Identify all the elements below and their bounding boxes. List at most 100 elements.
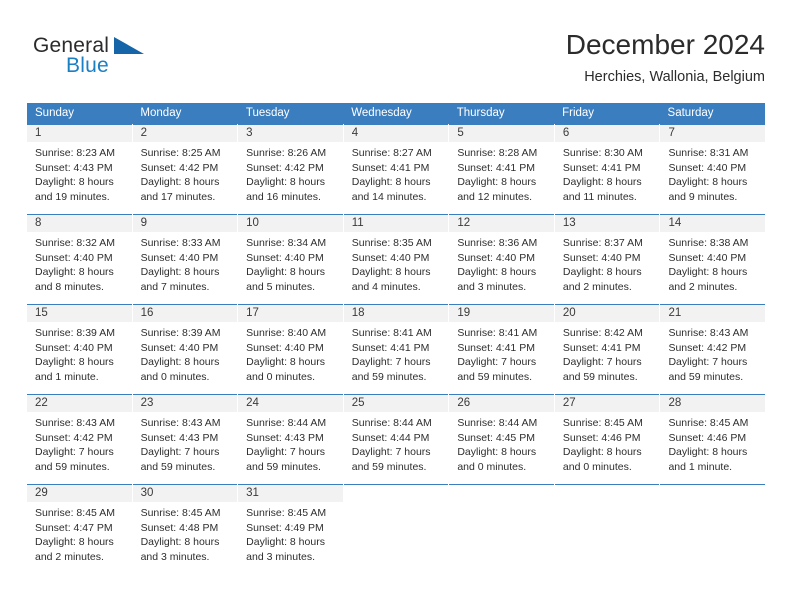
page-subtitle-location: Herchies, Wallonia, Belgium [584, 69, 765, 85]
daylight-text-line1: Daylight: 8 hours [457, 176, 537, 188]
sunset-text: Sunset: 4:40 PM [140, 251, 219, 264]
day-cell[interactable]: 9 Sunrise: 8:33 AM Sunset: 4:40 PM Dayli… [132, 214, 238, 304]
day-cell[interactable]: 30 Sunrise: 8:45 AM Sunset: 4:48 PM Dayl… [132, 484, 238, 574]
day-cell[interactable]: 23 Sunrise: 8:43 AM Sunset: 4:43 PM Dayl… [132, 394, 238, 484]
day-details: Sunrise: 8:45 AM Sunset: 4:46 PM Dayligh… [660, 412, 765, 474]
day-number: 6 [554, 125, 660, 142]
brand-logo[interactable]: General Blue [33, 34, 153, 82]
day-number: 23 [132, 395, 238, 412]
daylight-text-line2: and 0 minutes. [140, 370, 210, 383]
day-details: Sunrise: 8:33 AM Sunset: 4:40 PM Dayligh… [133, 232, 238, 294]
day-cell[interactable]: 16 Sunrise: 8:39 AM Sunset: 4:40 PM Dayl… [132, 304, 238, 394]
sunset-text: Sunset: 4:42 PM [35, 431, 113, 444]
day-cell[interactable]: 31 Sunrise: 8:45 AM Sunset: 4:49 PM Dayl… [238, 484, 343, 574]
day-cell[interactable]: 14 Sunrise: 8:38 AM Sunset: 4:40 PM Dayl… [660, 214, 766, 304]
daylight-text-line2: and 59 minutes. [351, 370, 427, 383]
day-details: Sunrise: 8:45 AM Sunset: 4:48 PM Dayligh… [133, 502, 238, 564]
day-cell[interactable]: 3 Sunrise: 8:26 AM Sunset: 4:42 PM Dayli… [238, 124, 343, 214]
day-number: 18 [343, 305, 449, 322]
day-cell[interactable]: 8 Sunrise: 8:32 AM Sunset: 4:40 PM Dayli… [27, 214, 132, 304]
day-number [555, 485, 660, 502]
daylight-text-line1: Daylight: 8 hours [562, 266, 642, 278]
weekday-header-monday: Monday [140, 107, 182, 119]
daylight-text-line1: Daylight: 7 hours [668, 356, 748, 368]
day-cell[interactable]: 6 Sunrise: 8:30 AM Sunset: 4:41 PM Dayli… [554, 124, 660, 214]
daylight-text-line1: Daylight: 8 hours [457, 266, 537, 278]
daylight-text-line1: Daylight: 7 hours [562, 356, 642, 368]
sunset-text: Sunset: 4:40 PM [35, 341, 113, 354]
day-cell[interactable]: 18 Sunrise: 8:41 AM Sunset: 4:41 PM Dayl… [343, 304, 449, 394]
day-number: 20 [554, 305, 660, 322]
daylight-text-line2: and 4 minutes. [351, 280, 421, 293]
day-cell[interactable]: 12 Sunrise: 8:36 AM Sunset: 4:40 PM Dayl… [449, 214, 554, 304]
day-cell[interactable]: 2 Sunrise: 8:25 AM Sunset: 4:42 PM Dayli… [132, 124, 238, 214]
daylight-text-line1: Daylight: 7 hours [457, 356, 537, 368]
day-number: 13 [554, 215, 660, 232]
sunset-text: Sunset: 4:40 PM [668, 251, 747, 264]
day-cell-empty [449, 484, 554, 574]
calendar-week-row: 22 Sunrise: 8:43 AM Sunset: 4:42 PM Dayl… [27, 394, 766, 484]
daylight-text-line1: Daylight: 8 hours [246, 536, 325, 548]
daylight-text-line2: and 1 minute. [668, 460, 733, 473]
day-number: 1 [27, 125, 132, 142]
daylight-text-line2: and 2 minutes. [668, 280, 738, 293]
day-cell[interactable]: 28 Sunrise: 8:45 AM Sunset: 4:46 PM Dayl… [660, 394, 766, 484]
sunrise-text: Sunrise: 8:28 AM [457, 147, 538, 159]
daylight-text-line1: Daylight: 8 hours [35, 356, 114, 368]
sunrise-text: Sunrise: 8:44 AM [351, 417, 432, 429]
day-number: 12 [449, 215, 554, 232]
daylight-text-line2: and 0 minutes. [246, 370, 316, 383]
day-details: Sunrise: 8:34 AM Sunset: 4:40 PM Dayligh… [238, 232, 343, 294]
day-details: Sunrise: 8:45 AM Sunset: 4:47 PM Dayligh… [27, 502, 132, 564]
day-cell[interactable]: 19 Sunrise: 8:41 AM Sunset: 4:41 PM Dayl… [449, 304, 554, 394]
weekday-header-saturday: Saturday [667, 107, 714, 119]
day-cell[interactable]: 20 Sunrise: 8:42 AM Sunset: 4:41 PM Dayl… [554, 304, 660, 394]
day-cell[interactable]: 21 Sunrise: 8:43 AM Sunset: 4:42 PM Dayl… [660, 304, 766, 394]
day-cell[interactable]: 17 Sunrise: 8:40 AM Sunset: 4:40 PM Dayl… [238, 304, 343, 394]
day-cell[interactable]: 13 Sunrise: 8:37 AM Sunset: 4:40 PM Dayl… [554, 214, 660, 304]
sunset-text: Sunset: 4:40 PM [35, 251, 113, 264]
day-number: 3 [238, 125, 343, 142]
day-details: Sunrise: 8:39 AM Sunset: 4:40 PM Dayligh… [133, 322, 238, 384]
sunrise-text: Sunrise: 8:26 AM [246, 147, 327, 159]
sunrise-text: Sunrise: 8:32 AM [35, 237, 115, 249]
daylight-text-line1: Daylight: 8 hours [562, 446, 642, 458]
daylight-text-line2: and 11 minutes. [562, 190, 637, 203]
daylight-text-line1: Daylight: 7 hours [351, 356, 431, 368]
sunrise-text: Sunrise: 8:45 AM [35, 507, 115, 519]
day-details: Sunrise: 8:43 AM Sunset: 4:43 PM Dayligh… [133, 412, 238, 474]
daylight-text-line2: and 59 minutes. [351, 460, 427, 473]
sunset-text: Sunset: 4:41 PM [351, 341, 430, 354]
day-cell[interactable]: 15 Sunrise: 8:39 AM Sunset: 4:40 PM Dayl… [27, 304, 132, 394]
day-number [449, 485, 554, 502]
daylight-text-line1: Daylight: 7 hours [246, 446, 325, 458]
sunset-text: Sunset: 4:43 PM [35, 161, 113, 174]
day-cell[interactable]: 26 Sunrise: 8:44 AM Sunset: 4:45 PM Dayl… [449, 394, 554, 484]
day-cell[interactable]: 29 Sunrise: 8:45 AM Sunset: 4:47 PM Dayl… [27, 484, 132, 574]
day-cell[interactable]: 22 Sunrise: 8:43 AM Sunset: 4:42 PM Dayl… [27, 394, 132, 484]
day-cell[interactable]: 11 Sunrise: 8:35 AM Sunset: 4:40 PM Dayl… [343, 214, 449, 304]
day-details: Sunrise: 8:38 AM Sunset: 4:40 PM Dayligh… [660, 232, 765, 294]
day-cell[interactable]: 7 Sunrise: 8:31 AM Sunset: 4:40 PM Dayli… [660, 124, 766, 214]
day-cell[interactable]: 24 Sunrise: 8:44 AM Sunset: 4:43 PM Dayl… [238, 394, 343, 484]
sunset-text: Sunset: 4:46 PM [668, 431, 747, 444]
sunrise-text: Sunrise: 8:43 AM [668, 327, 749, 339]
day-number: 8 [27, 215, 132, 232]
sunrise-text: Sunrise: 8:27 AM [351, 147, 432, 159]
page-title: December 2024 [565, 29, 765, 60]
sunrise-text: Sunrise: 8:45 AM [668, 417, 749, 429]
day-cell[interactable]: 10 Sunrise: 8:34 AM Sunset: 4:40 PM Dayl… [238, 214, 343, 304]
day-details: Sunrise: 8:31 AM Sunset: 4:40 PM Dayligh… [660, 142, 765, 204]
day-cell[interactable]: 25 Sunrise: 8:44 AM Sunset: 4:44 PM Dayl… [343, 394, 449, 484]
daylight-text-line1: Daylight: 8 hours [246, 356, 325, 368]
day-cell[interactable]: 1 Sunrise: 8:23 AM Sunset: 4:43 PM Dayli… [27, 124, 132, 214]
day-cell[interactable]: 4 Sunrise: 8:27 AM Sunset: 4:41 PM Dayli… [343, 124, 449, 214]
day-cell[interactable]: 27 Sunrise: 8:45 AM Sunset: 4:46 PM Dayl… [554, 394, 660, 484]
sunset-text: Sunset: 4:41 PM [351, 161, 430, 174]
sunset-text: Sunset: 4:48 PM [140, 521, 219, 534]
weekday-header-friday: Friday [562, 107, 595, 119]
day-cell[interactable]: 5 Sunrise: 8:28 AM Sunset: 4:41 PM Dayli… [449, 124, 554, 214]
sunset-text: Sunset: 4:46 PM [562, 431, 641, 444]
day-details: Sunrise: 8:39 AM Sunset: 4:40 PM Dayligh… [27, 322, 132, 384]
day-number: 9 [132, 215, 238, 232]
